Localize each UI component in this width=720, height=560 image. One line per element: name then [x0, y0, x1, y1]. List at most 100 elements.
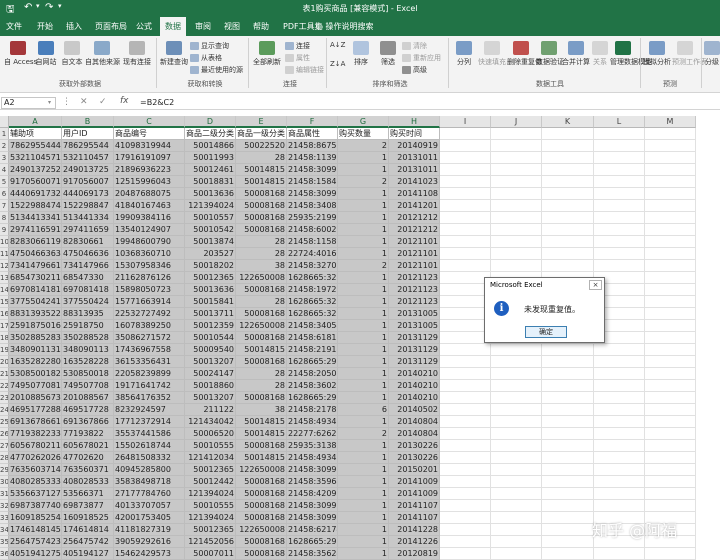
grid-cell[interactable]: 15462429573: [114, 548, 185, 560]
cancel-icon[interactable]: ✕: [80, 97, 88, 107]
grid-cell[interactable]: 2: [338, 140, 389, 152]
grid-cell[interactable]: [440, 452, 491, 464]
grid-cell[interactable]: 50008168: [236, 476, 287, 488]
grid-cell[interactable]: 3502885283: [9, 332, 62, 344]
row-number[interactable]: 21: [0, 368, 9, 380]
grid-cell[interactable]: 20121101: [389, 236, 440, 248]
grid-cell[interactable]: [645, 476, 696, 488]
grid-cell[interactable]: 1628665:297: [287, 536, 338, 548]
grid-cell[interactable]: [594, 248, 645, 260]
grid-cell[interactable]: 4695177288: [9, 404, 62, 416]
grid-cell[interactable]: 7635603714: [9, 464, 62, 476]
grid-cell[interactable]: 21458:11580: [287, 236, 338, 248]
grid-cell[interactable]: 20140919: [389, 140, 440, 152]
grid-cell[interactable]: 20121101: [389, 260, 440, 272]
column-header-b[interactable]: B: [62, 116, 114, 128]
row-number[interactable]: 22: [0, 380, 9, 392]
grid-cell[interactable]: 13540124907: [114, 224, 185, 236]
grid-cell[interactable]: 50010555: [185, 440, 236, 452]
grid-cell[interactable]: [594, 404, 645, 416]
grid-cell[interactable]: 20140210: [389, 392, 440, 404]
grid-cell[interactable]: [491, 524, 542, 536]
grid-cell[interactable]: 20141107: [389, 500, 440, 512]
grid-cell[interactable]: [542, 200, 594, 212]
grid-cell[interactable]: 50013874: [185, 236, 236, 248]
grid-cell[interactable]: 20130226: [389, 452, 440, 464]
grid-cell[interactable]: 1609185254: [9, 512, 62, 524]
grid-cell[interactable]: [491, 344, 542, 356]
grid-cell[interactable]: 2010885673: [9, 392, 62, 404]
grid-cell[interactable]: 203527: [185, 248, 236, 260]
grid-cell[interactable]: [491, 548, 542, 560]
grid-cell[interactable]: [594, 224, 645, 236]
from-text-button[interactable]: 自文本: [59, 41, 85, 67]
grid-cell[interactable]: 1: [338, 464, 389, 476]
grid-cell[interactable]: [645, 320, 696, 332]
grid-cell[interactable]: [440, 404, 491, 416]
tab-data[interactable]: 数据: [160, 17, 186, 36]
grid-cell[interactable]: 1: [338, 332, 389, 344]
grid-cell[interactable]: 5321104571: [9, 152, 62, 164]
grid-cell[interactable]: 1: [338, 416, 389, 428]
column-title-cell[interactable]: 商品属性: [287, 128, 338, 140]
grid-cell[interactable]: [440, 428, 491, 440]
grid-cell[interactable]: 201088567: [62, 392, 114, 404]
grid-cell[interactable]: 121394024: [185, 488, 236, 500]
row-number[interactable]: 5: [0, 176, 9, 188]
grid-cell[interactable]: 20121123: [389, 272, 440, 284]
column-header-h[interactable]: H: [389, 116, 440, 128]
grid-cell[interactable]: 174614814: [62, 524, 114, 536]
row-number[interactable]: 36: [0, 548, 9, 560]
grid-cell[interactable]: 17916191097: [114, 152, 185, 164]
grid-cell[interactable]: 20140804: [389, 428, 440, 440]
properties-button[interactable]: 属性: [285, 53, 310, 63]
grid-cell[interactable]: 19171641742: [114, 380, 185, 392]
grid-cell[interactable]: [440, 164, 491, 176]
grid-cell[interactable]: [645, 128, 696, 140]
grid-cell[interactable]: 21458:30992: [287, 188, 338, 200]
grid-cell[interactable]: 2: [338, 260, 389, 272]
grid-cell[interactable]: [491, 248, 542, 260]
tab-insert[interactable]: 插入: [61, 17, 87, 36]
grid-cell[interactable]: [645, 368, 696, 380]
column-title-cell[interactable]: 购买时间: [389, 128, 440, 140]
grid-cell[interactable]: [491, 452, 542, 464]
grid-cell[interactable]: 28: [236, 296, 287, 308]
grid-cell[interactable]: 82830661: [62, 236, 114, 248]
grid-cell[interactable]: [542, 128, 594, 140]
show-queries-button[interactable]: 显示查询: [190, 41, 229, 51]
column-title-cell[interactable]: 商品一级分类: [236, 128, 287, 140]
grid-cell[interactable]: [542, 464, 594, 476]
grid-cell[interactable]: 88313935: [62, 308, 114, 320]
grid-cell[interactable]: [594, 488, 645, 500]
grid-cell[interactable]: [542, 380, 594, 392]
grid-cell[interactable]: 21162876126: [114, 272, 185, 284]
tab-file[interactable]: 文件: [1, 17, 27, 36]
clear-button[interactable]: 清除: [402, 41, 427, 51]
grid-cell[interactable]: 20131011: [389, 164, 440, 176]
grid-cell[interactable]: 5308500182: [9, 368, 62, 380]
row-number[interactable]: 10: [0, 236, 9, 248]
grid-cell[interactable]: [645, 380, 696, 392]
tab-help[interactable]: 帮助: [248, 17, 274, 36]
grid-cell[interactable]: 20131005: [389, 320, 440, 332]
grid-cell[interactable]: 1: [338, 512, 389, 524]
column-header-d[interactable]: D: [185, 116, 236, 128]
grid-cell[interactable]: [542, 404, 594, 416]
grid-cell[interactable]: 22058239899: [114, 368, 185, 380]
grid-cell[interactable]: [491, 500, 542, 512]
grid-cell[interactable]: 50013636: [185, 188, 236, 200]
grid-cell[interactable]: [594, 164, 645, 176]
grid-cell[interactable]: 21458:35964: [287, 476, 338, 488]
grid-cell[interactable]: [542, 140, 594, 152]
grid-cell[interactable]: [440, 344, 491, 356]
grid-cell[interactable]: [594, 440, 645, 452]
grid-cell[interactable]: [542, 548, 594, 560]
grid-cell[interactable]: 405194127: [62, 548, 114, 560]
grid-cell[interactable]: 21458:35624: [287, 548, 338, 560]
grid-cell[interactable]: 27177784760: [114, 488, 185, 500]
grid-cell[interactable]: [440, 128, 491, 140]
grid-cell[interactable]: 28: [236, 152, 287, 164]
tell-me-search[interactable]: ○ 操作说明搜索: [316, 17, 374, 36]
grid-cell[interactable]: 1: [338, 272, 389, 284]
